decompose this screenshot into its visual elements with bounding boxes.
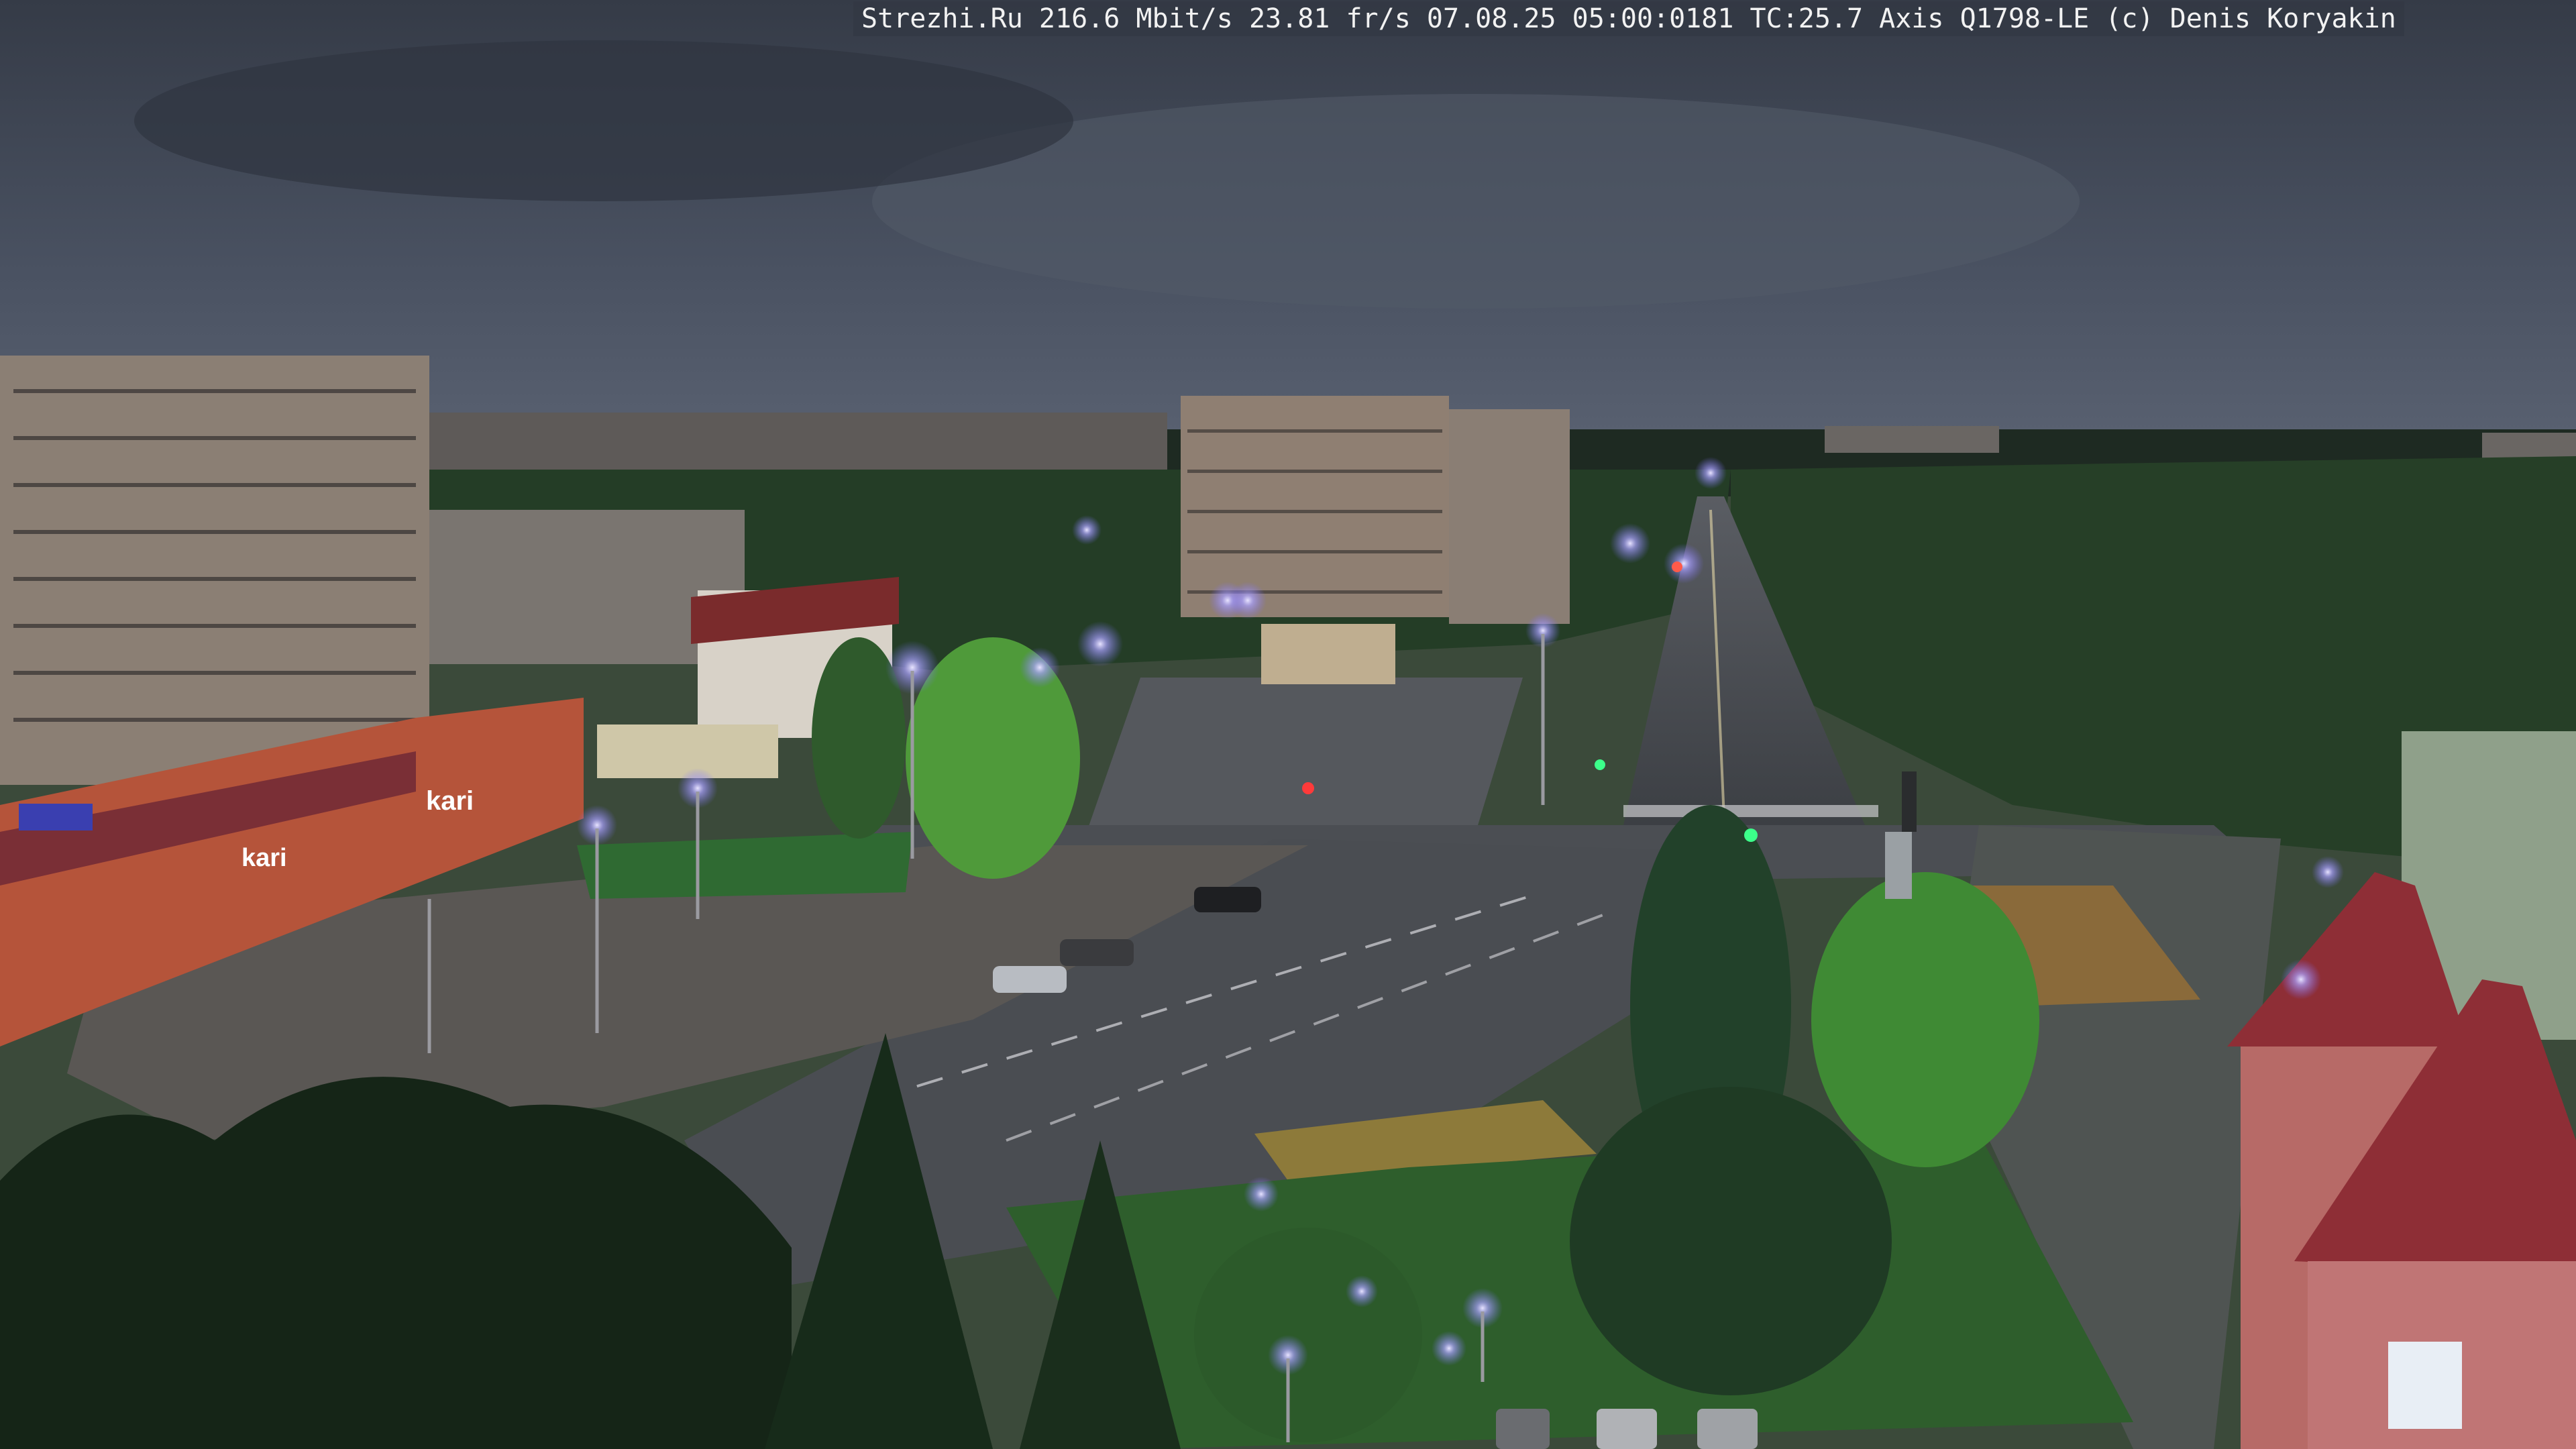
distant-building [1825,426,1999,453]
monument-pedestal [1885,832,1912,899]
car [1697,1409,1758,1449]
traffic-light-red [1672,561,1682,572]
car [1496,1409,1550,1449]
car [1597,1409,1657,1449]
tall-building-right [1449,409,1570,624]
traffic-light-green [1744,828,1758,842]
scene-drawing [0,0,2576,1449]
traffic-light-red [1302,782,1314,794]
tree [1194,1228,1422,1442]
car [1060,939,1134,966]
monument-statue [1902,771,1917,832]
tree [1570,1087,1892,1395]
shop-kiosk [597,724,778,778]
traffic-light-green [1595,759,1605,770]
parking-lot [1087,678,1523,832]
tree-lit [1811,872,2039,1167]
tower-window [2388,1342,2462,1429]
webcam-scene: kari kari Strezhi.Ru 216.6 Mbit/s 23.81 … [0,0,2576,1449]
cloud [134,40,1073,201]
crosswalk [1623,805,1878,817]
store-sign-left-box [19,804,93,830]
pavilion [1261,624,1395,684]
car [1194,887,1261,912]
kari-sign-main: kari [241,844,287,872]
kari-sign-side: kari [426,786,474,816]
camera-info-overlay: Strezhi.Ru 216.6 Mbit/s 23.81 fr/s 07.08… [853,1,2404,36]
car [993,966,1067,993]
